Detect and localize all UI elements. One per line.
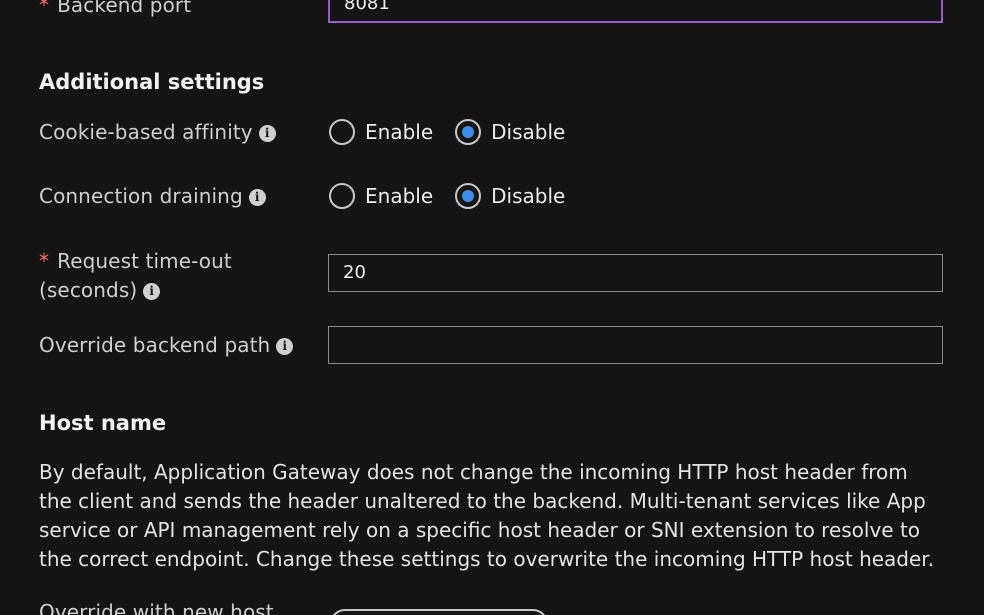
connection-draining-enable-option[interactable]: Enable [329,183,433,209]
backend-port-label-text: Backend port [57,0,192,17]
info-icon[interactable]: i [143,283,161,300]
radio-button-selected[interactable] [455,119,482,145]
info-icon[interactable]: i [276,338,294,355]
request-timeout-input[interactable]: 20 [328,254,943,292]
radio-label: Enable [365,184,434,208]
required-asterisk: * [39,249,50,273]
radio-label: Enable [365,120,434,144]
radio-label: Disable [491,120,566,144]
backend-port-label: * Backend port [39,0,191,17]
connection-draining-label-text: Connection draining [39,184,243,208]
cookie-affinity-disable-option[interactable]: Disable [455,119,565,145]
required-asterisk: * [39,0,50,17]
radio-button-selected[interactable] [455,183,482,209]
backend-settings-page: * Backend port 8081 ✓ Additional settings… [0,0,984,615]
radio-button[interactable] [329,183,355,209]
additional-settings-heading: Additional settings [39,70,265,94]
connection-draining-radio-group: Enable Disable [329,183,587,209]
override-new-host-toggle[interactable] [330,609,548,615]
radio-button[interactable] [329,119,355,145]
info-icon[interactable]: i [258,125,276,142]
host-name-heading: Host name [39,411,167,435]
cookie-affinity-radio-group: Enable Disable [329,119,587,145]
cookie-affinity-enable-option[interactable]: Enable [329,119,433,145]
override-backend-path-label: Override backend path i [39,333,294,357]
radio-label: Disable [491,184,566,208]
check-icon: ✓ [916,0,933,11]
backend-port-input[interactable]: 8081 ✓ [328,0,943,23]
request-timeout-label: * Request time-out (seconds) i [39,247,232,305]
info-icon[interactable]: i [248,189,266,206]
backend-port-value: 8081 [344,0,390,14]
connection-draining-label: Connection draining i [39,184,266,208]
request-timeout-label-line1: Request time-out [57,249,232,273]
cookie-affinity-label-text: Cookie-based affinity [39,120,253,144]
connection-draining-disable-option[interactable]: Disable [455,183,565,209]
host-name-description: By default, Application Gateway does not… [39,460,935,571]
cookie-affinity-label: Cookie-based affinity i [39,120,276,144]
request-timeout-label-line2: (seconds) [39,278,138,302]
request-timeout-value: 20 [343,262,366,283]
override-backend-path-label-text: Override backend path [39,333,271,357]
override-new-host-label: Override with new host [39,600,274,615]
override-backend-path-input[interactable] [328,326,943,364]
